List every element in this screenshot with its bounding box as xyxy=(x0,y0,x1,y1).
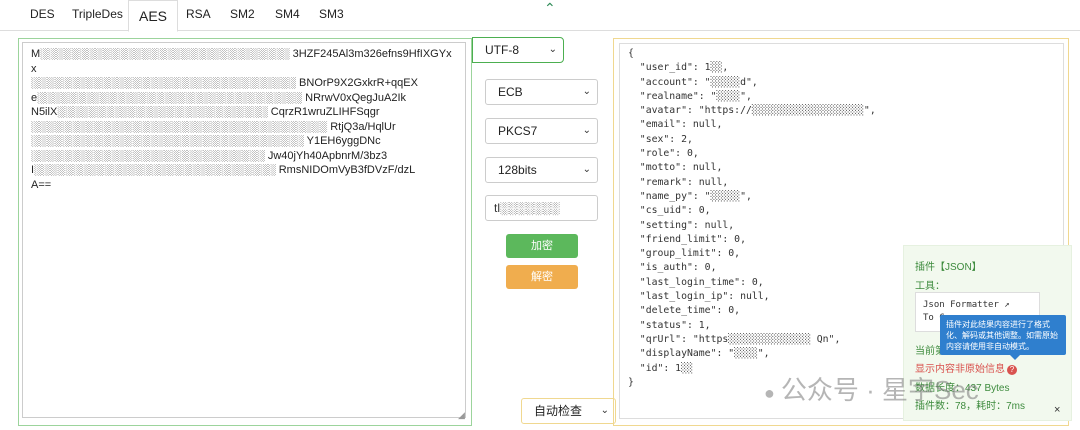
auto-detect-value: 自动检查 xyxy=(534,404,583,418)
output-line: "avatar": "https://░░░░░░░░░░░░░░░░░░░", xyxy=(628,105,876,117)
output-line: "email": null, xyxy=(628,119,723,131)
algorithm-tab-bar: DES TripleDes AES RSA SM2 SM4 SM3 ⌃ xyxy=(0,0,1080,32)
chevron-down-icon: ⌄ xyxy=(582,125,591,136)
output-line: "account": "░░░░░d", xyxy=(628,76,758,88)
tab-aes[interactable]: AES xyxy=(128,0,179,32)
output-line: "cs_uid": 0, xyxy=(628,205,711,217)
chevron-down-icon: ⌄ xyxy=(582,164,591,175)
question-icon[interactable]: ? xyxy=(1007,365,1017,375)
wechat-icon: ● xyxy=(764,383,775,403)
collapse-chevron-icon[interactable]: ⌃ xyxy=(544,0,556,17)
input-line: ░░░░░░░░░░░░░░░░░░░░░░░░░░░░░░░░░░ BNOrP… xyxy=(31,77,418,89)
output-line: "user_id": 1░░, xyxy=(628,62,729,74)
external-link-icon: ↗ xyxy=(1004,300,1010,310)
input-line: M░░░░░░░░░░░░░░░░░░░░░░░░░░░░░░░░ 3HZF24… xyxy=(31,48,452,75)
input-line: I░░░░░░░░░░░░░░░░░░░░░░░░░░░░░░░ RmsNIDO… xyxy=(31,164,416,176)
output-line: { xyxy=(628,48,634,59)
key-input[interactable]: tl░░░░░░░ xyxy=(485,195,598,221)
padding-select[interactable]: PKCS7 ⌄ xyxy=(485,118,598,144)
chevron-down-icon: ⌄ xyxy=(600,405,609,416)
close-icon[interactable]: × xyxy=(1054,404,1060,416)
encrypt-button[interactable]: 加密 xyxy=(506,234,578,258)
output-line: "sex": 2, xyxy=(628,133,693,145)
chevron-down-icon: ⌄ xyxy=(582,86,591,97)
tab-rsa[interactable]: RSA xyxy=(186,7,211,21)
mode-select[interactable]: ECB ⌄ xyxy=(485,79,598,105)
mode-value: ECB xyxy=(498,85,523,99)
encoding-value: UTF-8 xyxy=(485,43,519,57)
tab-des[interactable]: DES xyxy=(30,7,55,21)
output-line: "remark": null, xyxy=(628,176,729,188)
plugin-tool-label: 工具： xyxy=(915,281,945,292)
watermark: ● 公众号 · 星宇Sec xyxy=(764,370,979,407)
tool-json-formatter[interactable]: Json Formatter ↗ xyxy=(923,299,1032,312)
decrypt-button[interactable]: 解密 xyxy=(506,265,578,289)
plugin-title: 插件【JSON】 xyxy=(915,262,982,273)
output-line: "motto": null, xyxy=(628,162,723,174)
tab-sm3[interactable]: SM3 xyxy=(319,7,344,21)
tab-sm4[interactable]: SM4 xyxy=(275,7,300,21)
output-line: "realname": "░░░░", xyxy=(628,90,752,102)
input-line: N5ilX░░░░░░░░░░░░░░░░░░░░░░░░░░░ CqrzR1w… xyxy=(31,106,380,118)
plugin-tooltip: 插件对此结果内容进行了格式化、解码或其他调整。如需原始内容请使用非自动模式。 xyxy=(940,315,1066,360)
keysize-value: 128bits xyxy=(498,163,537,177)
resize-handle-icon[interactable]: ◢ xyxy=(458,410,465,421)
watermark-text: 公众号 · 星宇Sec xyxy=(780,375,979,405)
chevron-down-icon: ⌄ xyxy=(548,44,557,55)
tool-name: Json Formatter xyxy=(923,300,999,310)
output-line: "role": 0, xyxy=(628,148,699,160)
auto-detect-select[interactable]: 自动检查 ⌄ xyxy=(521,398,616,424)
input-line: A== xyxy=(31,178,52,191)
output-line: "setting": null, xyxy=(628,219,735,231)
key-value: tl░░░░░░░ xyxy=(494,201,560,215)
tab-sm2[interactable]: SM2 xyxy=(230,7,255,21)
input-line: ░░░░░░░░░░░░░░░░░░░░░░░░░░░░░░░░░░░░░░ R… xyxy=(31,120,396,133)
encoding-select[interactable]: UTF-8 ⌄ xyxy=(472,37,564,63)
input-line: ░░░░░░░░░░░░░░░░░░░░░░░░░░░░░░ Jw40jYh40… xyxy=(31,149,388,162)
padding-value: PKCS7 xyxy=(498,124,538,138)
input-line: e░░░░░░░░░░░░░░░░░░░░░░░░░░░░░░░░░░ NRrw… xyxy=(31,91,407,104)
tab-tripledes[interactable]: TripleDes xyxy=(72,7,123,21)
keysize-select[interactable]: 128bits ⌄ xyxy=(485,157,598,183)
output-line: "name_py": "░░░░░", xyxy=(628,190,752,202)
input-line: ░░░░░░░░░░░░░░░░░░░░░░░░░░░░░░░░░░░ Y1EH… xyxy=(31,135,381,147)
ciphertext-input[interactable]: M░░░░░░░░░░░░░░░░░░░░░░░░░░░░░░░░ 3HZF24… xyxy=(22,42,466,418)
